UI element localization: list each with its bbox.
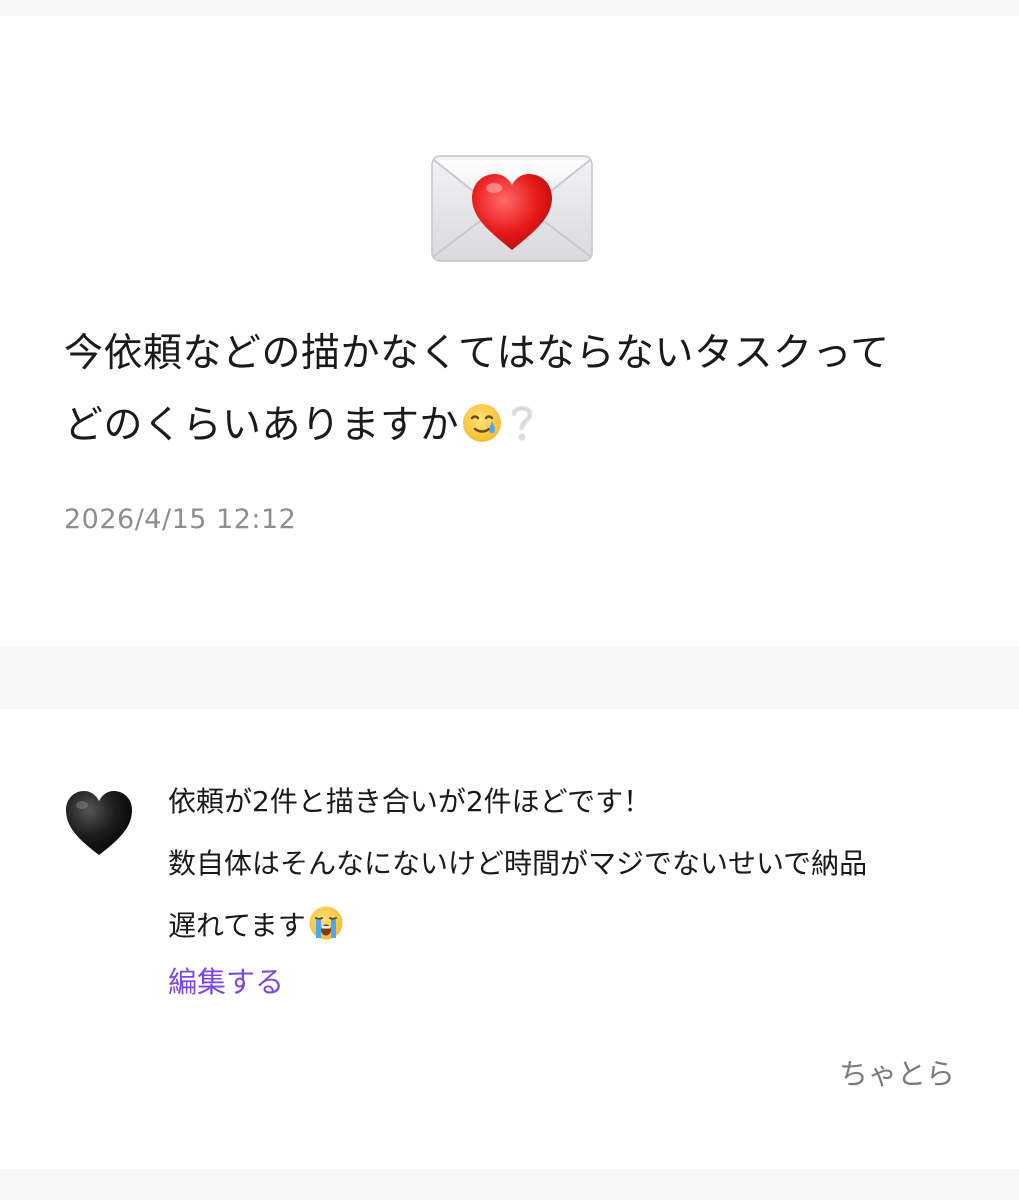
loudly-crying-face-icon [309, 906, 343, 940]
black-heart-icon [66, 791, 132, 855]
answer-line-3: 遅れてます [168, 895, 968, 957]
answer-line-3-text: 遅れてます [168, 909, 306, 942]
question-line-2: どのくらいありますか [64, 390, 964, 462]
author-name: ちゃとら [838, 1057, 955, 1091]
question-line-2-text: どのくらいありますか [64, 403, 460, 448]
answer-text: 依頼が2件と描き合いが2件ほどです！ 数自体はそんなにないけど時間がマジでないせ… [168, 771, 968, 957]
answer-line-2: 数自体はそんなにないけど時間がマジでないせいで納品 [168, 847, 868, 880]
section-divider [0, 646, 1019, 709]
white-question-mark-icon [511, 405, 533, 441]
answer-card: 依頼が2件と描き合いが2件ほどです！ 数自体はそんなにないけど時間がマジでないせ… [0, 709, 1019, 1169]
answer-line-1: 依頼が2件と描き合いが2件ほどです！ [168, 785, 652, 818]
love-letter-envelope-icon [431, 155, 593, 262]
bottom-gap [0, 1169, 1019, 1200]
top-gap [0, 0, 1019, 16]
question-card: 今依頼などの描かなくてはならないタスクって どのくらいありますか 2026/4/… [0, 16, 1019, 646]
question-line-1: 今依頼などの描かなくてはならないタスクって [64, 331, 890, 376]
question-text: 今依頼などの描かなくてはならないタスクって どのくらいありますか [64, 318, 964, 462]
question-timestamp: 2026/4/15 12:12 [64, 504, 297, 535]
edit-button[interactable]: 編集する [168, 959, 284, 1001]
smiling-face-with-tear-icon [463, 404, 502, 442]
